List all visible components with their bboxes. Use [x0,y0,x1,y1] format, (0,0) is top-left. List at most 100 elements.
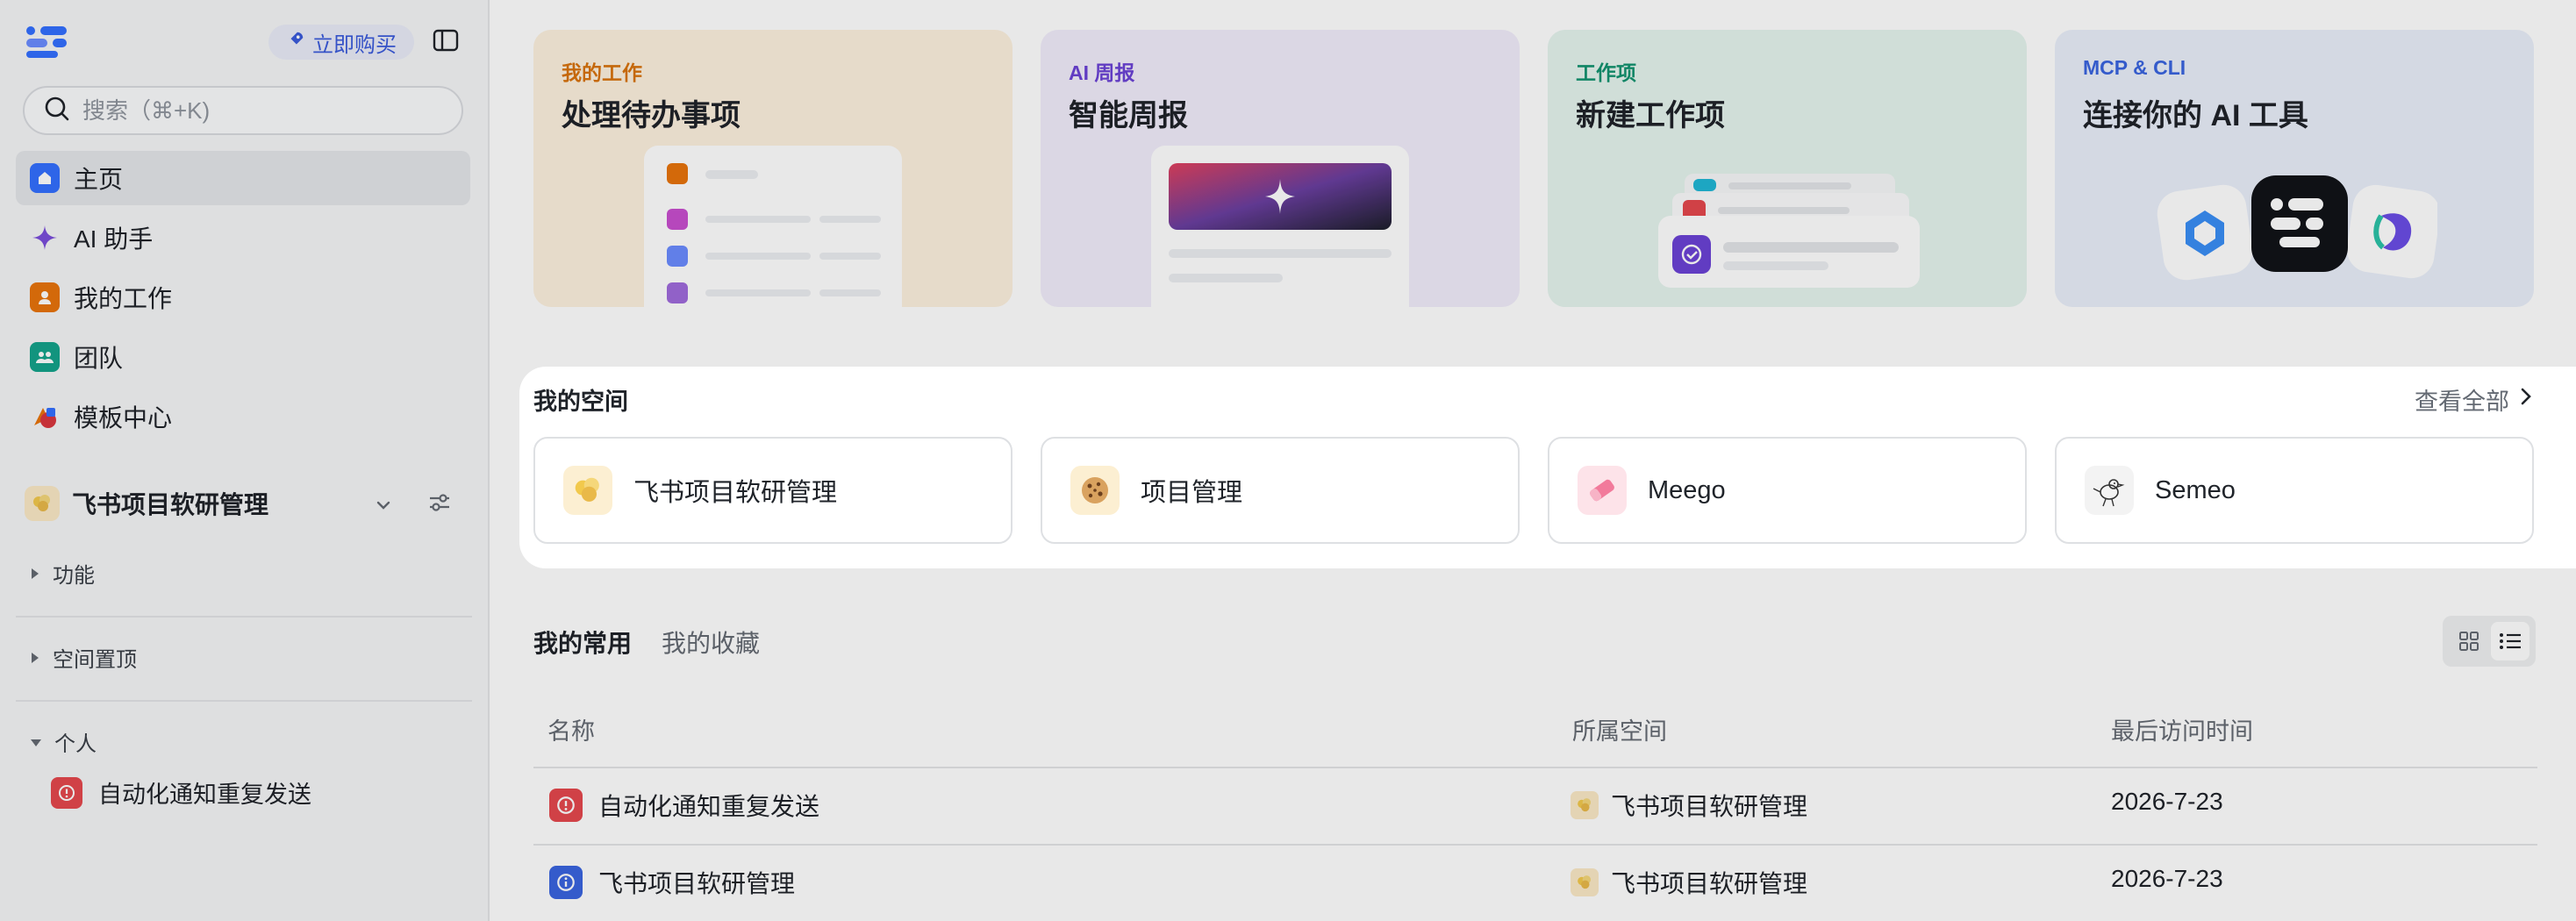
search-input[interactable] [82,96,451,125]
row-space-cell: 飞书项目软研管理 [1571,788,1807,823]
space-card-label: 项目管理 [1141,479,1243,507]
personal-item-label: 自动化通知重复发送 [98,782,311,808]
popcorn-icon [1571,791,1599,819]
column-header-space[interactable]: 所属空间 [1572,712,1667,746]
popcorn-icon [1571,868,1599,896]
view-toggle [2443,616,2536,667]
row-divider [533,844,2537,846]
cookie-icon [1070,466,1120,515]
alert-icon [549,789,583,822]
ai-tools-illustration [2157,175,2441,307]
row-name-cell: 自动化通知重复发送 [549,788,819,823]
row-space: 飞书项目软研管理 [1611,793,1808,820]
sidebar: 立即购买 主页 AI 助手 我的工作 团队 [0,0,490,921]
sidebar-item-team[interactable]: 团队 [16,330,470,384]
card-ai-weekly[interactable]: AI 周报 智能周报 [1041,30,1520,307]
buy-now-button[interactable]: 立即购买 [268,25,414,60]
tab-favorites[interactable]: 我的收藏 [662,625,760,660]
search-icon [44,96,70,126]
section-pinned[interactable]: 空间置顶 [30,642,137,673]
row-space-cell: 飞书项目软研管理 [1571,865,1807,900]
sidebar-item-label: 我的工作 [74,285,173,312]
filter-settings-icon[interactable] [426,489,453,522]
sidebar-toggle-button[interactable] [430,26,462,58]
search-box[interactable] [23,86,463,135]
sidebar-item-label: 团队 [74,345,124,372]
column-header-name[interactable]: 名称 [547,712,595,746]
caret-down-icon [30,730,42,754]
app-logo-icon[interactable] [25,25,70,60]
eraser-icon [1578,466,1627,515]
sidebar-item-label: 模板中心 [74,404,173,432]
space-selector[interactable]: 飞书项目软研管理 [25,479,463,528]
recent-tabs: 我的常用 我的收藏 [533,625,760,660]
space-card-label: Meego [1648,475,1726,504]
my-spaces-panel: 我的空间 查看全部 飞书项目软研管理 项目管理 Meego Semeo [519,367,2576,568]
section-label: 功能 [53,564,95,588]
card-new-work-item[interactable]: 工作项 新建工作项 [1548,30,2027,307]
space-card[interactable]: Semeo [2055,437,2534,544]
row-time: 2026-7-23 [2111,865,2223,892]
space-card[interactable]: 项目管理 [1041,437,1520,544]
space-name: 飞书项目软研管理 [72,491,269,518]
divider [16,700,472,702]
sidebar-item-home[interactable]: 主页 [16,151,470,205]
caret-right-icon [30,646,40,670]
card-mcp-cli[interactable]: MCP & CLI 连接你的 AI 工具 [2055,30,2534,307]
column-header-last-visit[interactable]: 最后访问时间 [2111,712,2253,746]
divider [16,616,472,618]
rocket-icon [286,30,305,55]
row-time: 2026-7-23 [2111,788,2223,815]
sparkle-icon [30,223,60,253]
person-icon [30,282,60,312]
chevron-right-icon [2518,386,2534,413]
row-name: 自动化通知重复发送 [598,793,820,820]
chevron-down-icon[interactable] [374,493,393,521]
card-title: 新建工作项 [1576,99,1725,132]
card-title: 处理待办事项 [562,99,741,132]
card-my-work[interactable]: 我的工作 处理待办事项 [533,30,1013,307]
caret-right-icon [30,561,40,586]
view-all-link[interactable]: 查看全部 [2415,382,2534,417]
section-title: 我的空间 [533,389,628,415]
card-title: 连接你的 AI 工具 [2083,99,2308,132]
buy-now-label: 立即购买 [312,32,397,57]
sidebar-item-label: 主页 [74,166,124,193]
todo-list-illustration [644,146,902,307]
team-icon [30,342,60,372]
section-personal[interactable]: 个人 [30,726,97,757]
sidebar-item-label: AI 助手 [74,225,154,253]
card-tag: 我的工作 [562,61,642,84]
card-tag: AI 周报 [1069,61,1135,84]
template-icon [30,402,60,432]
sidebar-item-ai-assistant[interactable]: AI 助手 [16,211,470,265]
space-card[interactable]: Meego [1548,437,2027,544]
popcorn-icon [563,466,612,515]
row-name-cell: 飞书项目软研管理 [549,865,795,900]
popcorn-icon [25,486,60,521]
section-label: 空间置顶 [53,648,137,672]
section-label: 个人 [54,732,97,756]
space-card-label: Semeo [2155,475,2236,504]
sidebar-item-my-work[interactable]: 我的工作 [16,270,470,325]
view-all-label: 查看全部 [2415,389,2509,415]
list-view-icon[interactable] [2490,622,2529,660]
sidebar-collapse-icon [433,29,459,56]
table-header-divider [533,767,2537,768]
bird-icon [2085,466,2134,515]
row-name: 飞书项目软研管理 [598,870,796,897]
space-card[interactable]: 飞书项目软研管理 [533,437,1013,544]
alert-icon [51,776,82,809]
personal-item[interactable]: 自动化通知重复发送 [51,775,311,810]
space-card-label: 飞书项目软研管理 [633,479,838,507]
info-icon [549,866,583,899]
section-features[interactable]: 功能 [30,558,95,589]
row-space: 飞书项目软研管理 [1611,870,1808,897]
sidebar-item-template-center[interactable]: 模板中心 [16,389,470,444]
card-tag: 工作项 [1576,61,1636,84]
work-item-illustration [1653,170,1943,307]
tab-frequent[interactable]: 我的常用 [533,625,632,660]
card-tag: MCP & CLI [2083,56,2186,79]
home-icon [30,163,60,193]
grid-view-icon[interactable] [2450,622,2488,660]
